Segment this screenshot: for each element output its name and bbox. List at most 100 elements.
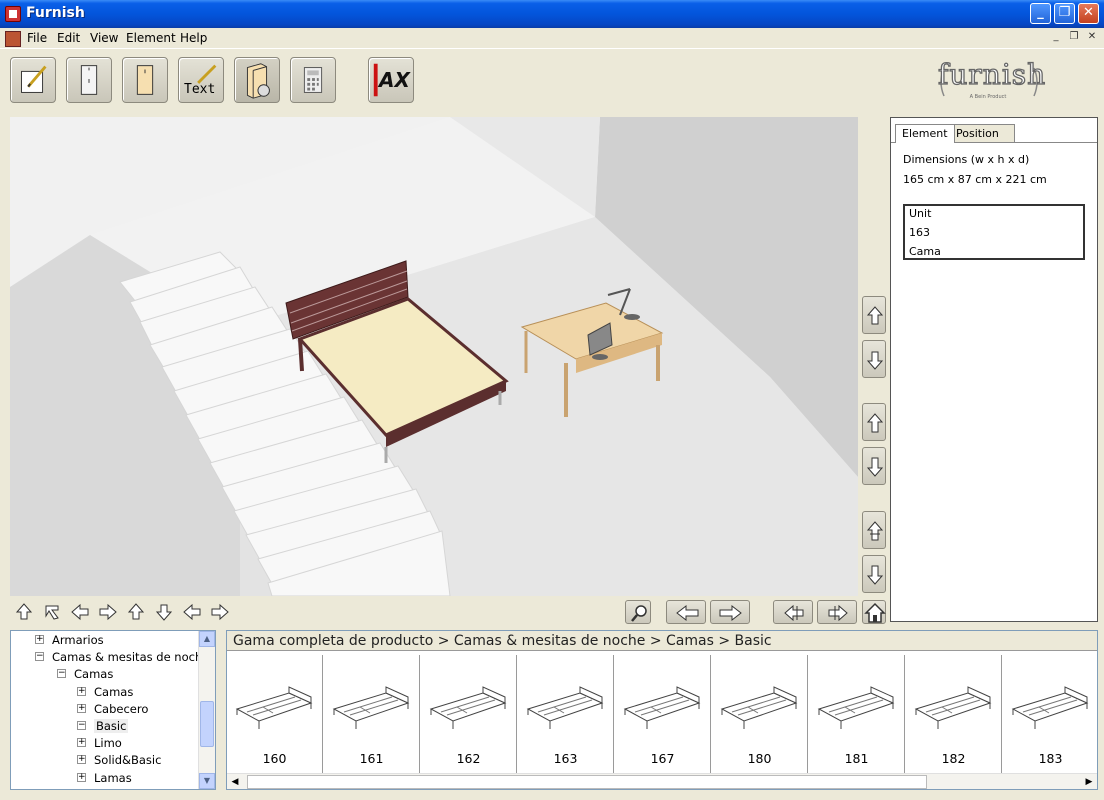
door-tool-button[interactable] — [66, 57, 112, 103]
orbit-left-button[interactable] — [773, 600, 813, 624]
zoom-button[interactable] — [625, 600, 651, 624]
view-next-button[interactable] — [710, 600, 750, 624]
title-bar: Furnish _ ❐ ✕ — [0, 0, 1104, 28]
maximize-button[interactable]: ❐ — [1054, 3, 1075, 24]
menu-element[interactable]: Element — [126, 31, 176, 45]
pan-down-icon[interactable] — [154, 602, 174, 622]
bed-thumbnail-icon — [526, 686, 604, 729]
tree-item[interactable]: + Cabecero — [77, 701, 148, 718]
tree-item[interactable]: + Lamas — [77, 770, 132, 787]
menu-edit[interactable]: Edit — [57, 31, 80, 45]
rotate-left-icon[interactable] — [182, 602, 202, 622]
tree-item[interactable]: + Armarios — [35, 632, 104, 649]
catalog-item-code: 183 — [1038, 751, 1063, 766]
zoom-out-button[interactable] — [862, 555, 886, 593]
text-tool-button[interactable]: Text — [178, 57, 224, 103]
tree-scrollbar[interactable]: ▲ ▼ — [198, 631, 215, 789]
rotate-right-icon[interactable] — [210, 602, 230, 622]
doc-minimize-icon[interactable]: _ — [1049, 31, 1063, 43]
catalog-scrollbar[interactable]: ◀ ▶ — [227, 773, 1097, 789]
catalog-item-code: 163 — [553, 751, 578, 766]
doc-restore-icon[interactable]: ❐ — [1067, 31, 1081, 43]
pan-up-icon[interactable] — [126, 602, 146, 622]
expand-icon[interactable]: + — [77, 772, 86, 782]
catalog-item-code: 167 — [650, 751, 675, 766]
tree-item[interactable]: − Camas — [57, 666, 113, 683]
catalog-item-code: 180 — [747, 751, 772, 766]
collapse-icon[interactable]: − — [35, 652, 44, 662]
collapse-icon[interactable]: − — [77, 721, 86, 730]
scroll-right-icon[interactable]: ▶ — [1081, 774, 1097, 789]
expand-icon[interactable]: + — [35, 635, 44, 644]
tree-item[interactable]: + Limo — [77, 735, 122, 752]
tab-position[interactable]: Position — [949, 124, 1015, 143]
expand-icon[interactable]: + — [77, 703, 86, 713]
close-button[interactable]: ✕ — [1078, 3, 1099, 24]
draw-room-button[interactable] — [10, 57, 56, 103]
breadcrumb[interactable]: Gama completa de producto > Camas & mesi… — [227, 631, 1097, 651]
catalog-item[interactable]: 167 — [615, 655, 711, 773]
catalog-item-code: 182 — [941, 751, 966, 766]
unit-type: Cama — [909, 245, 941, 258]
bed-thumbnail-icon — [1011, 686, 1089, 729]
tree-item-label: Lamas — [94, 770, 132, 785]
move-up-button[interactable] — [862, 403, 886, 441]
scroll-left-icon[interactable]: ◀ — [227, 774, 243, 789]
3d-view-button[interactable] — [234, 57, 280, 103]
pan-right-icon[interactable] — [98, 602, 118, 622]
catalog-item[interactable]: 163 — [518, 655, 614, 773]
menu-help[interactable]: Help — [180, 31, 207, 45]
cad-export-button[interactable]: AX — [368, 57, 414, 103]
arrow-right-icon — [719, 604, 742, 622]
catalog-item[interactable]: 180 — [712, 655, 808, 773]
arrow-up-icon — [866, 413, 884, 433]
catalog-item[interactable]: 182 — [906, 655, 1002, 773]
collapse-icon[interactable]: − — [57, 669, 66, 679]
orbit-right-button[interactable] — [817, 600, 857, 624]
menu-file[interactable]: File — [27, 31, 47, 45]
catalog-scroll-thumb[interactable] — [247, 775, 927, 789]
3d-viewport[interactable] — [10, 117, 858, 596]
pan-left-icon[interactable] — [70, 602, 90, 622]
document-icon[interactable] — [5, 31, 21, 47]
tree-scroll-thumb[interactable] — [200, 701, 214, 747]
view-previous-button[interactable] — [666, 600, 706, 624]
home-view-button[interactable] — [862, 600, 886, 624]
tilt-up-left-icon[interactable] — [14, 602, 34, 622]
rotate-down-icon — [866, 351, 884, 370]
minimize-button[interactable]: _ — [1030, 3, 1051, 24]
scroll-down-icon[interactable]: ▼ — [199, 773, 215, 789]
tree-item-label: Camas — [94, 684, 134, 699]
catalog-item-code: 181 — [844, 751, 869, 766]
expand-icon[interactable]: + — [77, 686, 86, 696]
zoom-in-button[interactable] — [862, 511, 886, 549]
catalog-item[interactable]: 162 — [421, 655, 517, 773]
move-down-button[interactable] — [862, 447, 886, 485]
cabinet-tool-button[interactable] — [122, 57, 168, 103]
catalog-panel: Gama completa de producto > Camas & mesi… — [226, 630, 1098, 790]
tree-item[interactable]: + Camas — [77, 684, 133, 701]
catalog-item[interactable]: 181 — [809, 655, 905, 773]
dimensions-value: 165 cm x 87 cm x 221 cm — [903, 173, 1047, 186]
tree-item[interactable]: + Solid&Basic — [77, 752, 161, 769]
calculator-button[interactable] — [290, 57, 336, 103]
menu-view[interactable]: View — [90, 31, 118, 45]
rotate-down-button[interactable] — [862, 340, 886, 378]
catalog-item[interactable]: 161 — [324, 655, 420, 773]
bed-thumbnail-icon — [623, 686, 701, 729]
category-tree[interactable]: + Armarios − Camas & mesitas de noche − Camas… — [10, 630, 216, 790]
app-icon[interactable] — [5, 6, 21, 22]
calculator-icon — [303, 67, 323, 93]
expand-icon[interactable]: + — [77, 738, 86, 748]
expand-icon[interactable]: + — [77, 755, 86, 765]
rotate-up-button[interactable] — [862, 296, 886, 334]
tree-item[interactable]: − Basic — [77, 718, 129, 735]
catalog-item[interactable]: 183 — [1003, 655, 1097, 773]
tab-element[interactable]: Element — [895, 124, 955, 143]
catalog-item[interactable]: 160 — [227, 655, 323, 773]
tree-item-label: Limo — [94, 736, 122, 751]
scroll-up-icon[interactable]: ▲ — [199, 631, 215, 647]
doc-close-icon[interactable]: ✕ — [1085, 31, 1099, 43]
tree-item[interactable]: − Camas & mesitas de noche — [35, 649, 209, 666]
tilt-down-left-icon[interactable] — [42, 602, 62, 622]
